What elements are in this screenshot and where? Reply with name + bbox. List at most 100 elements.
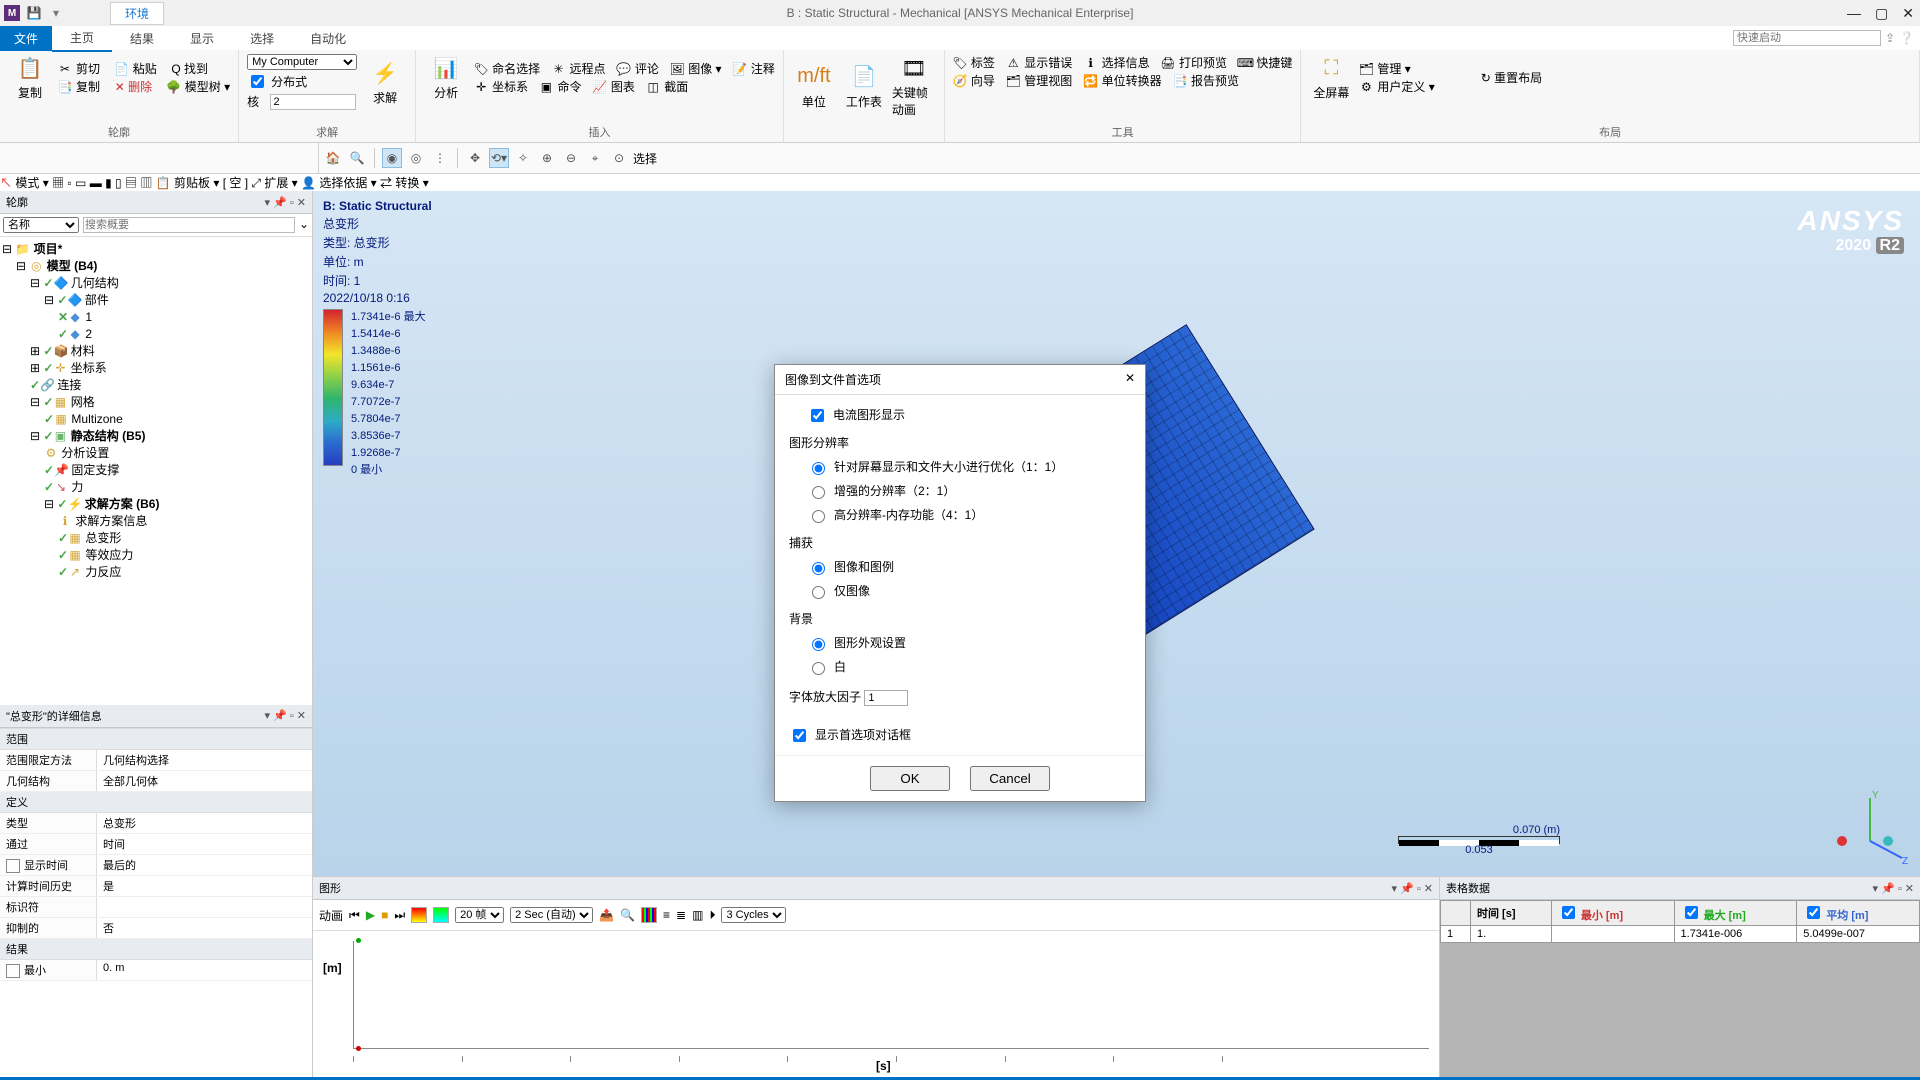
tabular-data[interactable]: 时间 [s] 最小 [m] 最大 [m] 平均 [m] 11.1.7341e-0… xyxy=(1440,900,1920,1077)
anim-mode1-icon[interactable] xyxy=(411,907,427,923)
mode-label[interactable]: 模式 ▾ xyxy=(15,176,48,190)
model-tree-button[interactable]: 模型树 ▾ xyxy=(185,78,230,96)
context-tab-environment[interactable]: 环境 xyxy=(110,2,164,25)
ok-button[interactable]: OK xyxy=(870,766,950,791)
anim-mode2-icon[interactable] xyxy=(433,907,449,923)
find-button[interactable]: Q 找到 xyxy=(171,60,208,78)
export-icon[interactable]: 📤 xyxy=(599,908,614,922)
toolbar-dropdown-icon[interactable]: ▾ xyxy=(48,5,64,21)
details-ctrls[interactable]: ▾ 📌 ▫ ✕ xyxy=(264,709,306,722)
user-def-button[interactable]: 用户定义 ▾ xyxy=(1377,78,1434,96)
stop-icon[interactable]: ■ xyxy=(381,908,388,922)
analysis-button[interactable]: 📊分析 xyxy=(424,54,468,101)
minimize-button[interactable]: ― xyxy=(1847,5,1861,22)
keyframe-button[interactable]: 🎞关键帧动画 xyxy=(892,54,936,118)
quick-launch-input[interactable] xyxy=(1733,30,1881,46)
settings-icon[interactable]: 🔍 xyxy=(620,908,635,922)
outline-search-type[interactable]: 名称 xyxy=(3,217,79,233)
bg-appearance-radio[interactable] xyxy=(812,638,825,651)
duration-combo[interactable]: 2 Sec (自动) xyxy=(510,907,593,923)
sel-info-button[interactable]: 选择信息 xyxy=(1102,54,1150,72)
help-icon[interactable]: ❔ xyxy=(1899,31,1914,45)
col-min-checkbox[interactable] xyxy=(1562,906,1575,919)
res-2-radio[interactable] xyxy=(812,486,825,499)
selby-icon[interactable]: 👤 xyxy=(301,176,316,190)
res-4-radio[interactable] xyxy=(812,510,825,523)
sel-edge-icon[interactable]: ▭ xyxy=(75,176,86,190)
cap-both-radio[interactable] xyxy=(812,562,825,575)
remote-point-button[interactable]: 远程点 xyxy=(569,60,605,78)
manage-views-button[interactable]: 管理视图 xyxy=(1024,72,1072,90)
solver-combo[interactable]: My Computer xyxy=(247,54,357,70)
font-scale-input[interactable] xyxy=(864,690,908,706)
outline-search-input[interactable] xyxy=(83,217,295,233)
sel-face-icon[interactable]: ▬ xyxy=(90,176,102,190)
col-max-checkbox[interactable] xyxy=(1685,906,1698,919)
comment-button[interactable]: 评论 xyxy=(635,60,659,78)
unit-converter-button[interactable]: 单位转换器 xyxy=(1102,72,1162,90)
tab-results[interactable]: 结果 xyxy=(112,26,172,51)
copy-button[interactable]: 复制 xyxy=(76,78,100,96)
sel-mesh-icon[interactable]: ▥ xyxy=(140,176,152,190)
sel-elem-icon[interactable]: ▤ xyxy=(125,176,137,190)
gradient-icon[interactable] xyxy=(641,907,657,923)
res-1-radio[interactable] xyxy=(812,462,825,475)
tab-display[interactable]: 显示 xyxy=(172,26,232,51)
details-grid[interactable]: 范围 范围限定方法几何结构选择 几何结构全部几何体 定义 类型总变形 通过时间 … xyxy=(0,728,312,1077)
cap-image-radio[interactable] xyxy=(812,586,825,599)
extend-icon[interactable]: ⤢ xyxy=(251,176,261,190)
extend-label[interactable]: 扩展 ▾ xyxy=(264,176,297,190)
first-frame-icon[interactable]: ⏮ xyxy=(349,908,360,923)
share-icon[interactable]: ⇪ xyxy=(1885,31,1895,45)
opt3-icon[interactable]: ▥ xyxy=(692,908,703,922)
shaded-icon[interactable]: ◉ xyxy=(382,148,402,168)
dialog-close-icon[interactable]: ✕ xyxy=(1125,371,1135,388)
wireframe-icon[interactable]: ◎ xyxy=(406,148,426,168)
worksheet-button[interactable]: 📄工作表 xyxy=(842,54,886,118)
print-preview-button[interactable]: 打印预览 xyxy=(1179,54,1227,72)
chart-button[interactable]: 图表 xyxy=(611,78,635,96)
last-frame-icon[interactable]: ⏭ xyxy=(394,908,405,923)
label-button[interactable]: 标签 xyxy=(971,54,995,72)
duplicate-button[interactable]: 📋复制 xyxy=(8,54,52,101)
tab-automation[interactable]: 自动化 xyxy=(292,26,364,51)
sel-node-icon[interactable]: ▯ xyxy=(115,176,122,190)
triad-icon[interactable]: Y Z xyxy=(1830,786,1910,866)
convert-label[interactable]: 转换 ▾ xyxy=(395,176,428,190)
opt2-icon[interactable]: ≣ xyxy=(676,908,686,922)
image-button[interactable]: 图像 ▾ xyxy=(688,60,721,78)
delete-button[interactable]: ✕ 删除 xyxy=(115,78,152,96)
rotate-icon[interactable]: ⟲▾ xyxy=(489,148,509,168)
save-icon[interactable]: 💾 xyxy=(26,5,42,21)
zoom-fit-icon[interactable]: 🔍 xyxy=(347,148,367,168)
cut-button[interactable]: 剪切 xyxy=(76,60,100,78)
reset-layout-button[interactable]: ↻ 重置布局 xyxy=(1481,69,1542,87)
annotation-button[interactable]: 注释 xyxy=(751,60,775,78)
command-button[interactable]: 命令 xyxy=(557,78,581,96)
wizard-button[interactable]: 向导 xyxy=(971,72,995,90)
distributed-checkbox[interactable] xyxy=(251,75,264,88)
play-icon[interactable]: ▶ xyxy=(366,908,375,922)
show-prefs-checkbox[interactable] xyxy=(793,729,806,742)
cursor-icon[interactable]: ↖ xyxy=(0,176,12,190)
coordsys-button[interactable]: 坐标系 xyxy=(492,78,528,96)
tab-select[interactable]: 选择 xyxy=(232,26,292,51)
points-icon[interactable]: ⋮ xyxy=(430,148,450,168)
selby-label[interactable]: 选择依据 ▾ xyxy=(319,176,376,190)
cores-input[interactable] xyxy=(270,94,356,110)
sel-vert-icon[interactable]: ▫ xyxy=(67,176,71,190)
outline-tree[interactable]: ⊟ 📁 项目* ⊟ ◎ 模型 (B4) ⊟ ✓🔷 几何结构 ⊟ ✓🔷 部件 ✕◆… xyxy=(0,237,312,705)
close-button[interactable]: ✕ xyxy=(1902,5,1914,22)
units-button[interactable]: m/ft单位 xyxy=(792,54,836,118)
zoom-in-icon[interactable]: ⊕ xyxy=(537,148,557,168)
clipboard-label[interactable]: 剪贴板 ▾ xyxy=(174,176,219,190)
show-errors-button[interactable]: 显示错误 xyxy=(1024,54,1072,72)
bg-white-radio[interactable] xyxy=(812,662,825,675)
hotkey-button[interactable]: 快捷键 xyxy=(1256,54,1292,72)
cancel-button[interactable]: Cancel xyxy=(970,766,1050,791)
sel-body-icon[interactable]: ▮ xyxy=(105,176,112,190)
search-expand-icon[interactable]: ⌄ xyxy=(299,217,309,233)
fullscreen-button[interactable]: ⛶全屏幕 xyxy=(1309,54,1353,101)
zoom-box-icon[interactable]: ⌖ xyxy=(585,148,605,168)
report-preview-button[interactable]: 报告预览 xyxy=(1191,72,1239,90)
